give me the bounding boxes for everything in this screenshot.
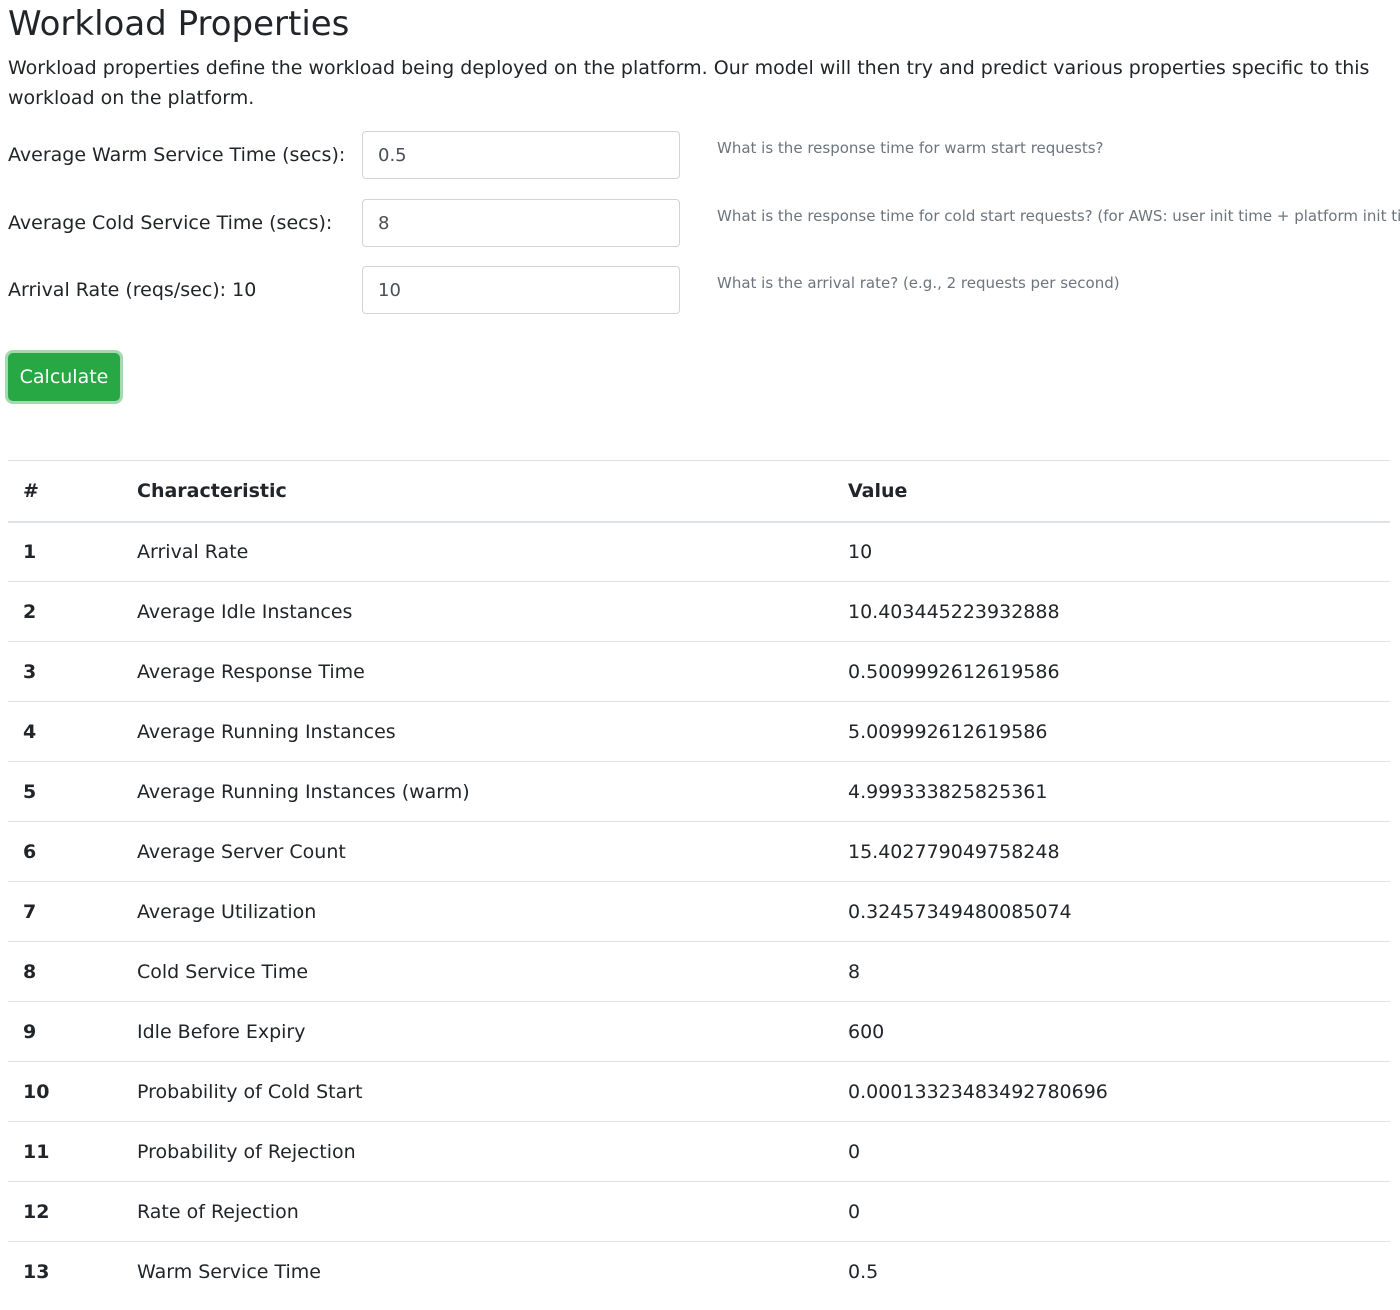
- cold-service-time-input[interactable]: [362, 199, 680, 247]
- table-row: 9 Idle Before Expiry 600: [8, 1001, 1390, 1062]
- row-value: 4.999333825825361: [833, 761, 1390, 822]
- column-header-value: Value: [833, 460, 1390, 523]
- row-characteristic: Probability of Cold Start: [122, 1061, 833, 1122]
- row-characteristic: Average Running Instances (warm): [122, 761, 833, 822]
- row-value: 0: [833, 1181, 1390, 1242]
- row-value: 10.403445223932888: [833, 581, 1390, 642]
- row-characteristic: Average Running Instances: [122, 701, 833, 762]
- row-value: 15.402779049758248: [833, 821, 1390, 882]
- table-header-row: # Characteristic Value: [8, 460, 1390, 523]
- table-row: 6 Average Server Count 15.402779049758248: [8, 821, 1390, 882]
- row-value: 10: [833, 521, 1390, 582]
- warm-service-time-row: Average Warm Service Time (secs): What i…: [8, 131, 1390, 179]
- warm-service-time-label: Average Warm Service Time (secs):: [8, 144, 346, 166]
- page-title: Workload Properties: [8, 4, 350, 44]
- row-value: 0.5: [833, 1241, 1390, 1302]
- arrival-rate-row: Arrival Rate (reqs/sec): 10 What is the …: [8, 266, 1390, 314]
- table-row: 3 Average Response Time 0.5009992612619586: [8, 641, 1390, 702]
- column-header-number: #: [8, 460, 122, 523]
- row-characteristic: Arrival Rate: [122, 521, 833, 582]
- row-number: 4: [8, 701, 122, 762]
- row-value: 0.00013323483492780696: [833, 1061, 1390, 1122]
- arrival-rate-help: What is the arrival rate? (e.g., 2 reque…: [717, 274, 1120, 292]
- row-characteristic: Average Response Time: [122, 641, 833, 702]
- table-row: 8 Cold Service Time 8: [8, 941, 1390, 1002]
- table-row: 11 Probability of Rejection 0: [8, 1121, 1390, 1182]
- row-number: 3: [8, 641, 122, 702]
- row-characteristic: Average Server Count: [122, 821, 833, 882]
- page-description: Workload properties define the workload …: [8, 57, 1370, 109]
- arrival-rate-label: Arrival Rate (reqs/sec): 10: [8, 279, 257, 301]
- cold-service-time-row: Average Cold Service Time (secs): What i…: [8, 199, 1400, 247]
- results-table: # Characteristic Value 1 Arrival Rate 10 2 A…: [8, 460, 1390, 1302]
- column-header-characteristic: Characteristic: [122, 460, 833, 523]
- table-row: 2 Average Idle Instances 10.40344522393288…: [8, 581, 1390, 642]
- row-number: 1: [8, 521, 122, 582]
- table-row: 12 Rate of Rejection 0: [8, 1181, 1390, 1242]
- row-number: 10: [8, 1061, 122, 1122]
- row-number: 7: [8, 881, 122, 942]
- row-value: 5.009992612619586: [833, 701, 1390, 762]
- table-row: 1 Arrival Rate 10: [8, 521, 1390, 582]
- row-characteristic: Cold Service Time: [122, 941, 833, 1002]
- row-characteristic: Average Idle Instances: [122, 581, 833, 642]
- row-characteristic: Average Utilization: [122, 881, 833, 942]
- row-characteristic: Rate of Rejection: [122, 1181, 833, 1242]
- warm-service-time-help: What is the response time for warm start…: [717, 139, 1104, 157]
- table-row: 13 Warm Service Time 0.5: [8, 1241, 1390, 1302]
- row-value: 8: [833, 941, 1390, 1002]
- row-characteristic: Warm Service Time: [122, 1241, 833, 1302]
- warm-service-time-input[interactable]: [362, 131, 680, 179]
- calculate-button[interactable]: Calculate: [8, 353, 120, 401]
- row-number: 12: [8, 1181, 122, 1242]
- row-number: 11: [8, 1121, 122, 1182]
- row-number: 2: [8, 581, 122, 642]
- row-number: 9: [8, 1001, 122, 1062]
- cold-service-time-label: Average Cold Service Time (secs):: [8, 212, 333, 234]
- row-characteristic: Idle Before Expiry: [122, 1001, 833, 1062]
- row-value: 0: [833, 1121, 1390, 1182]
- row-characteristic: Probability of Rejection: [122, 1121, 833, 1182]
- table-row: 5 Average Running Instances (warm) 4.99933…: [8, 761, 1390, 822]
- results-body: 1 Arrival Rate 10 2 Average Idle Instances 10…: [8, 521, 1390, 1302]
- row-number: 5: [8, 761, 122, 822]
- arrival-rate-input[interactable]: [362, 266, 680, 314]
- table-row: 10 Probability of Cold Start 0.00013323483…: [8, 1061, 1390, 1122]
- row-value: 0.5009992612619586: [833, 641, 1390, 702]
- row-value: 0.32457349480085074: [833, 881, 1390, 942]
- row-number: 13: [8, 1241, 122, 1302]
- row-number: 6: [8, 821, 122, 882]
- table-row: 4 Average Running Instances 5.009992612619…: [8, 701, 1390, 762]
- row-value: 600: [833, 1001, 1390, 1062]
- table-row: 7 Average Utilization 0.32457349480085074: [8, 881, 1390, 942]
- row-number: 8: [8, 941, 122, 1002]
- cold-service-time-help: What is the response time for cold start…: [717, 207, 1400, 225]
